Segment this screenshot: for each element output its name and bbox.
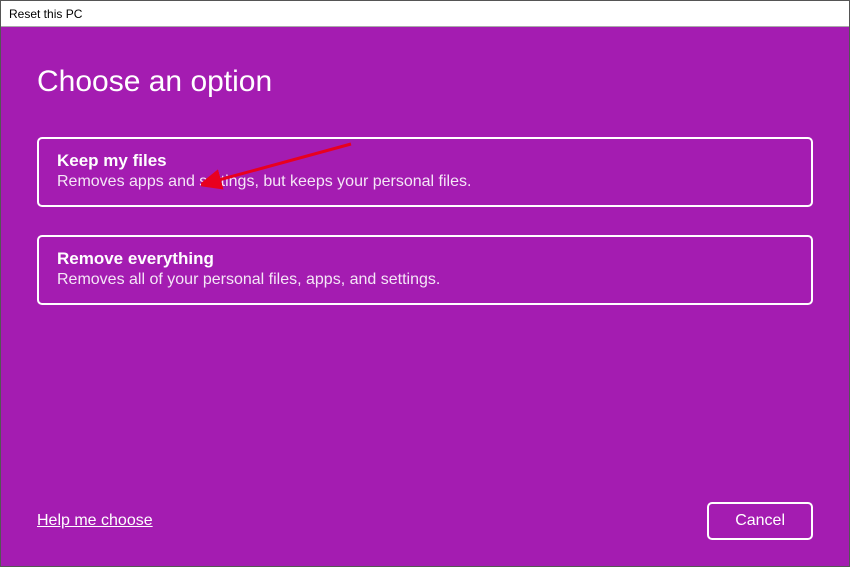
window-title: Reset this PC [9,7,82,21]
titlebar: Reset this PC [1,1,849,27]
page-heading: Choose an option [37,65,813,99]
option-title: Keep my files [57,151,793,171]
option-remove-everything[interactable]: Remove everything Removes all of your pe… [37,235,813,305]
option-keep-my-files[interactable]: Keep my files Removes apps and settings,… [37,137,813,207]
option-description: Removes all of your personal files, apps… [57,271,793,289]
cancel-button[interactable]: Cancel [707,502,813,540]
option-description: Removes apps and settings, but keeps you… [57,173,793,191]
footer: Help me choose Cancel [37,502,813,540]
reset-pc-window: Reset this PC Choose an option Keep my f… [0,0,850,567]
help-me-choose-link[interactable]: Help me choose [37,512,153,530]
content-area: Choose an option Keep my files Removes a… [1,27,849,566]
option-title: Remove everything [57,249,793,269]
